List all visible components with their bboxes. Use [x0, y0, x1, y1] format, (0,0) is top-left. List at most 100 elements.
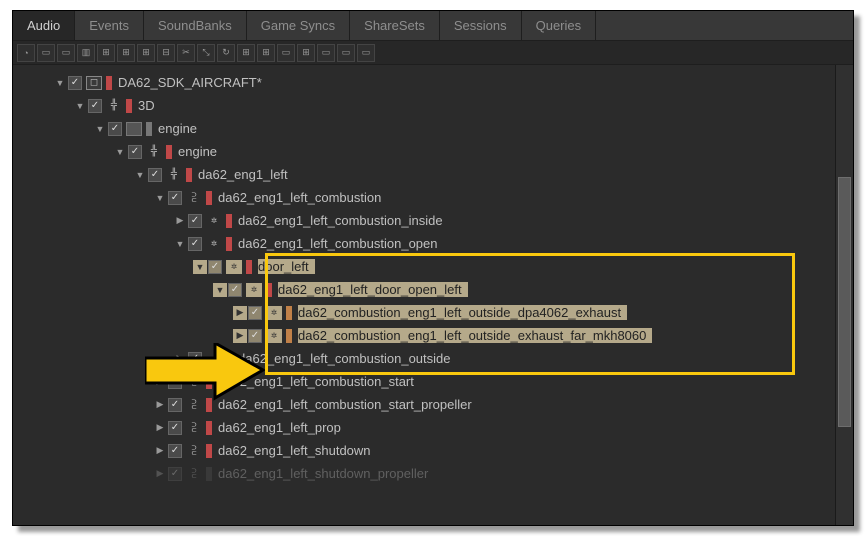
- tree-item-label[interactable]: da62_eng1_left_combustion_open: [238, 236, 444, 251]
- collapse-arrow-icon[interactable]: ▼: [173, 237, 187, 251]
- collapse-arrow-icon[interactable]: ▼: [213, 283, 227, 297]
- expand-arrow-icon[interactable]: ▶: [233, 329, 247, 343]
- toolbar-button-3[interactable]: ▥: [77, 44, 95, 62]
- tree-row[interactable]: ▶⫔da62_eng1_left_shutdown_propeller: [53, 462, 835, 485]
- expand-arrow-icon[interactable]: ▶: [233, 306, 247, 320]
- tree-item-label[interactable]: da62_eng1_left_combustion_start: [218, 374, 420, 389]
- expand-arrow-icon[interactable]: ▶: [173, 214, 187, 228]
- expand-arrow-icon[interactable]: ▶: [153, 467, 167, 481]
- include-checkbox[interactable]: [68, 76, 82, 90]
- toolbar-button-4[interactable]: ⊞: [97, 44, 115, 62]
- tree-row[interactable]: ▼◻DA62_SDK_AIRCRAFT*: [53, 71, 835, 94]
- collapse-arrow-icon[interactable]: ▼: [133, 168, 147, 182]
- include-checkbox[interactable]: [228, 283, 242, 297]
- tab-events[interactable]: Events: [75, 11, 144, 40]
- include-checkbox[interactable]: [88, 99, 102, 113]
- toolbar-button-6[interactable]: ⊞: [137, 44, 155, 62]
- tree-row[interactable]: ▶✲da62_combustion_eng1_left_outside_dpa4…: [53, 301, 835, 324]
- include-checkbox[interactable]: [208, 260, 222, 274]
- expand-arrow-icon[interactable]: ▶: [153, 375, 167, 389]
- toolbar-button-0[interactable]: ◔: [17, 44, 35, 62]
- tree-row[interactable]: ▼⫔da62_eng1_left_combustion: [53, 186, 835, 209]
- tree-item-label[interactable]: engine: [158, 121, 203, 136]
- toolbar-button-1[interactable]: ▭: [37, 44, 55, 62]
- include-checkbox[interactable]: [248, 306, 262, 320]
- tree-item-label[interactable]: da62_eng1_left_prop: [218, 420, 347, 435]
- include-checkbox[interactable]: [148, 168, 162, 182]
- tree-item-label[interactable]: da62_eng1_left_shutdown_propeller: [218, 466, 434, 481]
- tree-row[interactable]: ▶⫔da62_eng1_left_prop: [53, 416, 835, 439]
- tree-item-label[interactable]: da62_eng1_left_door_open_left: [278, 282, 468, 297]
- tree-item-label[interactable]: da62_combustion_eng1_left_outside_dpa406…: [298, 305, 627, 320]
- expand-arrow-icon[interactable]: ▶: [153, 398, 167, 412]
- collapse-arrow-icon[interactable]: ▼: [193, 260, 207, 274]
- hierarchy-tree[interactable]: ▼◻DA62_SDK_AIRCRAFT*▼╬3D▼engine▼╬engine▼…: [13, 65, 835, 525]
- toolbar-button-13[interactable]: ▭: [277, 44, 295, 62]
- include-checkbox[interactable]: [128, 145, 142, 159]
- include-checkbox[interactable]: [188, 214, 202, 228]
- tree-row[interactable]: ▼✲door_left: [53, 255, 835, 278]
- toolbar-button-2[interactable]: ▭: [57, 44, 75, 62]
- tree-row[interactable]: ▼╬da62_eng1_left: [53, 163, 835, 186]
- tree-item-label[interactable]: da62_eng1_left_combustion: [218, 190, 387, 205]
- include-checkbox[interactable]: [188, 352, 202, 366]
- collapse-arrow-icon[interactable]: ▼: [93, 122, 107, 136]
- tree-row[interactable]: ▼✲da62_eng1_left_door_open_left: [53, 278, 835, 301]
- tab-game-syncs[interactable]: Game Syncs: [247, 11, 350, 40]
- expand-arrow-icon[interactable]: ▶: [153, 444, 167, 458]
- tab-queries[interactable]: Queries: [522, 11, 597, 40]
- tree-row[interactable]: ▼╬engine: [53, 140, 835, 163]
- include-checkbox[interactable]: [108, 122, 122, 136]
- collapse-arrow-icon[interactable]: ▼: [73, 99, 87, 113]
- tree-item-label[interactable]: da62_eng1_left: [198, 167, 294, 182]
- tab-audio[interactable]: Audio: [13, 11, 75, 40]
- toolbar-button-8[interactable]: ✂: [177, 44, 195, 62]
- toolbar-button-10[interactable]: ↻: [217, 44, 235, 62]
- tab-soundbanks[interactable]: SoundBanks: [144, 11, 247, 40]
- tree-row[interactable]: ▶⫔da62_eng1_left_shutdown: [53, 439, 835, 462]
- include-checkbox[interactable]: [188, 237, 202, 251]
- tree-item-label[interactable]: door_left: [258, 259, 315, 274]
- toolbar-button-16[interactable]: ▭: [337, 44, 355, 62]
- toolbar-button-5[interactable]: ⊞: [117, 44, 135, 62]
- include-checkbox[interactable]: [168, 467, 182, 481]
- include-checkbox[interactable]: [168, 398, 182, 412]
- tree-row[interactable]: ▶⫔da62_eng1_left_combustion_start: [53, 370, 835, 393]
- tree-item-label[interactable]: 3D: [138, 98, 161, 113]
- tree-row[interactable]: ▶⫔da62_eng1_left_combustion_start_propel…: [53, 393, 835, 416]
- toolbar-button-15[interactable]: ▭: [317, 44, 335, 62]
- collapse-arrow-icon[interactable]: ▼: [53, 76, 67, 90]
- tree-row[interactable]: ▶✲da62_combustion_eng1_left_outside_exha…: [53, 324, 835, 347]
- expand-arrow-icon[interactable]: ▶: [153, 421, 167, 435]
- collapse-arrow-icon[interactable]: ▼: [153, 191, 167, 205]
- expand-arrow-icon[interactable]: ▶: [173, 352, 187, 366]
- toolbar-button-9[interactable]: ⤡: [197, 44, 215, 62]
- scrollbar-thumb[interactable]: [838, 177, 851, 427]
- tree-item-label[interactable]: engine: [178, 144, 223, 159]
- vertical-scrollbar[interactable]: [835, 65, 853, 525]
- tree-item-label[interactable]: da62_combustion_eng1_left_outside_exhaus…: [298, 328, 652, 343]
- collapse-arrow-icon[interactable]: ▼: [113, 145, 127, 159]
- tree-row[interactable]: ▼✲da62_eng1_left_combustion_open: [53, 232, 835, 255]
- toolbar-button-12[interactable]: ⊞: [257, 44, 275, 62]
- include-checkbox[interactable]: [168, 375, 182, 389]
- toolbar-button-14[interactable]: ⊞: [297, 44, 315, 62]
- include-checkbox[interactable]: [168, 444, 182, 458]
- tab-sessions[interactable]: Sessions: [440, 11, 522, 40]
- include-checkbox[interactable]: [168, 421, 182, 435]
- tree-item-label[interactable]: da62_eng1_left_shutdown: [218, 443, 377, 458]
- toolbar-button-7[interactable]: ⊟: [157, 44, 175, 62]
- tree-item-label[interactable]: da62_eng1_left_combustion_start_propelle…: [218, 397, 478, 412]
- include-checkbox[interactable]: [168, 191, 182, 205]
- tab-sharesets[interactable]: ShareSets: [350, 11, 440, 40]
- tree-item-label[interactable]: DA62_SDK_AIRCRAFT*: [118, 75, 268, 90]
- tree-row[interactable]: ▶✲da62_eng1_left_combustion_inside: [53, 209, 835, 232]
- tree-row[interactable]: ▼ engine: [53, 117, 835, 140]
- toolbar-button-17[interactable]: ▭: [357, 44, 375, 62]
- toolbar-button-11[interactable]: ⊞: [237, 44, 255, 62]
- tree-row[interactable]: ▼╬3D: [53, 94, 835, 117]
- include-checkbox[interactable]: [248, 329, 262, 343]
- tree-row[interactable]: ▶✲da62_eng1_left_combustion_outside: [53, 347, 835, 370]
- tree-item-label[interactable]: da62_eng1_left_combustion_inside: [238, 213, 449, 228]
- tree-item-label[interactable]: da62_eng1_left_combustion_outside: [238, 351, 457, 366]
